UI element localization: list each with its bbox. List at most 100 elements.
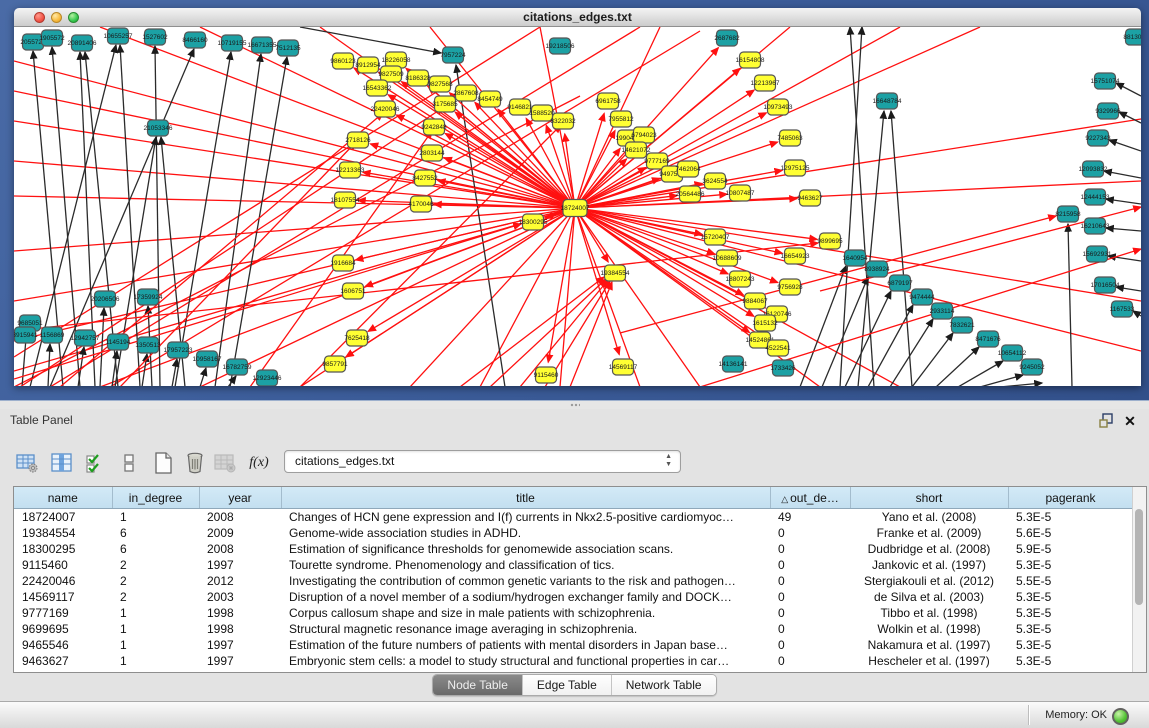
graph-node[interactable]: 16654923 bbox=[781, 248, 810, 264]
graph-node[interactable]: 10654112 bbox=[998, 345, 1027, 361]
graph-node[interactable]: 10655257 bbox=[104, 28, 133, 44]
graph-node[interactable]: 1733426 bbox=[770, 360, 796, 376]
graph-node[interactable]: 16154808 bbox=[736, 52, 765, 68]
graph-node[interactable]: 18107554 bbox=[331, 192, 360, 208]
window-minimize-button[interactable] bbox=[51, 12, 62, 23]
column-header-year[interactable]: year bbox=[199, 487, 281, 509]
graph-node[interactable]: 16671355 bbox=[248, 37, 277, 53]
graph-node[interactable]: 14136141 bbox=[719, 356, 748, 372]
graph-node[interactable]: 9242848 bbox=[421, 119, 447, 135]
graph-node[interactable]: 12975125 bbox=[781, 160, 810, 176]
graph-node[interactable]: 6879197 bbox=[887, 275, 913, 291]
table-row[interactable]: 977716911998Corpus callosum shape and si… bbox=[14, 605, 1133, 621]
table-scrollbar[interactable] bbox=[1132, 487, 1146, 672]
graph-node[interactable]: 3915941 bbox=[14, 327, 38, 343]
merge-rows-icon[interactable] bbox=[116, 449, 142, 477]
graph-hub-node[interactable]: 18724007 bbox=[561, 200, 590, 217]
graph-node[interactable]: 8938924 bbox=[864, 261, 890, 277]
graph-node[interactable]: 12942757 bbox=[71, 330, 100, 346]
graph-node[interactable]: 9857791 bbox=[322, 356, 348, 372]
graph-node[interactable]: 6794023 bbox=[631, 127, 657, 143]
graph-node[interactable]: 10719155 bbox=[218, 35, 247, 51]
graph-node[interactable]: 7955812 bbox=[608, 111, 634, 127]
graph-node[interactable]: 17016504 bbox=[1091, 277, 1120, 293]
graph-node[interactable]: 16543362 bbox=[363, 80, 392, 96]
graph-node[interactable]: 8427552 bbox=[412, 170, 438, 186]
graph-node[interactable]: 19218506 bbox=[546, 38, 575, 54]
graph-node[interactable]: 9115460 bbox=[534, 367, 559, 383]
graph-node[interactable]: 7462064 bbox=[675, 161, 701, 177]
window-zoom-button[interactable] bbox=[68, 12, 79, 23]
graph-node[interactable]: 16782759 bbox=[223, 359, 252, 375]
graph-node[interactable]: 7485063 bbox=[777, 130, 803, 146]
graph-node[interactable]: 9827568 bbox=[427, 76, 453, 92]
graph-node[interactable]: 9227343 bbox=[1085, 130, 1111, 146]
graph-node[interactable]: 1615132 bbox=[752, 315, 778, 331]
graph-node[interactable]: 1606751 bbox=[340, 283, 366, 299]
graph-node[interactable]: 8186328 bbox=[405, 70, 431, 86]
table-row[interactable]: 2242004622012Investigating the contribut… bbox=[14, 573, 1133, 589]
table-column-icon[interactable] bbox=[49, 449, 75, 477]
graph-node[interactable]: 9474444 bbox=[909, 289, 935, 305]
table-row[interactable]: 1938455462009Genome-wide association stu… bbox=[14, 525, 1133, 541]
graph-node[interactable]: 9756928 bbox=[777, 279, 803, 295]
graph-node[interactable]: 9463627 bbox=[797, 190, 823, 206]
graph-node[interactable]: 6961758 bbox=[595, 93, 621, 109]
graph-node[interactable]: 9146821 bbox=[507, 99, 533, 115]
graph-node[interactable]: 15720407 bbox=[701, 229, 730, 245]
graph-node[interactable]: 1905572 bbox=[39, 30, 65, 46]
window-close-button[interactable] bbox=[34, 12, 45, 23]
graph-node[interactable]: 4522541 bbox=[765, 340, 791, 356]
column-header-pagerank[interactable]: pagerank bbox=[1008, 487, 1133, 509]
table-row[interactable]: 911546021997Tourette syndrome. Phenomeno… bbox=[14, 557, 1133, 573]
tab-node-table[interactable]: Node Table bbox=[433, 675, 523, 695]
graph-node[interactable]: 7512135 bbox=[275, 40, 301, 56]
graph-node[interactable]: 9329966 bbox=[1095, 103, 1121, 119]
tab-network-table[interactable]: Network Table bbox=[612, 675, 716, 695]
graph-node[interactable]: 8215958 bbox=[1055, 206, 1081, 222]
function-builder-icon[interactable]: f(x) bbox=[246, 449, 272, 477]
table-select-dropdown[interactable]: citations_edges.txt ▲▼ bbox=[284, 450, 681, 473]
graph-node[interactable]: 9884067 bbox=[742, 293, 768, 309]
graph-node[interactable]: 8466160 bbox=[182, 32, 208, 48]
graph-node[interactable]: 1145194 bbox=[106, 334, 131, 350]
table-row[interactable]: 1830029562008Estimation of significance … bbox=[14, 541, 1133, 557]
table-settings-icon[interactable] bbox=[14, 449, 40, 477]
graph-node[interactable]: 3624554 bbox=[702, 173, 728, 189]
graph-node[interactable]: 16648784 bbox=[873, 93, 902, 109]
graph-node[interactable]: 7832621 bbox=[949, 317, 975, 333]
graph-node[interactable]: 8322032 bbox=[550, 113, 576, 129]
graph-node[interactable]: 22420046 bbox=[371, 101, 400, 117]
graph-node[interactable]: 20206506 bbox=[91, 291, 120, 307]
delete-table-icon[interactable] bbox=[182, 449, 208, 477]
graph-node[interactable]: 8454749 bbox=[477, 91, 503, 107]
graph-node[interactable]: 1916684 bbox=[330, 255, 356, 271]
graph-node[interactable]: 12444153 bbox=[1081, 189, 1110, 205]
table-row[interactable]: 1872400712008Changes of HCN gene express… bbox=[14, 509, 1133, 526]
graph-node[interactable]: 2687682 bbox=[714, 30, 740, 46]
graph-node[interactable]: 2718126 bbox=[345, 132, 371, 148]
graph-node[interactable]: 1640954 bbox=[842, 250, 868, 266]
graph-node[interactable]: 9899695 bbox=[817, 233, 843, 249]
column-header-short[interactable]: short bbox=[850, 487, 1008, 509]
graph-node[interactable]: 12213967 bbox=[751, 75, 780, 91]
table-row[interactable]: 946362711997Embryonic stem cells: a mode… bbox=[14, 653, 1133, 669]
graph-node[interactable]: 1156869 bbox=[40, 327, 65, 343]
network-canvas[interactable]: 9860123891295418226058982750916543362818… bbox=[14, 27, 1141, 386]
table-row[interactable]: 1456911722003Disruption of a novel membe… bbox=[14, 589, 1133, 605]
graph-node[interactable]: 18807243 bbox=[726, 271, 755, 287]
graph-node[interactable]: 3175685 bbox=[432, 96, 458, 112]
graph-node[interactable]: 1527602 bbox=[142, 29, 168, 45]
graph-node[interactable]: 18300295 bbox=[519, 214, 548, 230]
graph-node[interactable]: 4170046 bbox=[408, 196, 434, 212]
graph-node[interactable]: 1350513 bbox=[135, 337, 161, 353]
graph-node[interactable]: 16210643 bbox=[1081, 218, 1110, 234]
graph-node[interactable]: 8813054 bbox=[1123, 29, 1141, 45]
graph-node[interactable]: 15751074 bbox=[1091, 73, 1120, 89]
table-row[interactable]: 969969511998Structural magnetic resonanc… bbox=[14, 621, 1133, 637]
graph-node[interactable]: 20564486 bbox=[676, 186, 705, 202]
column-header-out_de[interactable]: △out_de… bbox=[770, 487, 850, 509]
column-header-in_degree[interactable]: in_degree bbox=[112, 487, 199, 509]
graph-node[interactable]: 17957223 bbox=[164, 342, 193, 358]
column-header-name[interactable]: name bbox=[14, 487, 112, 509]
